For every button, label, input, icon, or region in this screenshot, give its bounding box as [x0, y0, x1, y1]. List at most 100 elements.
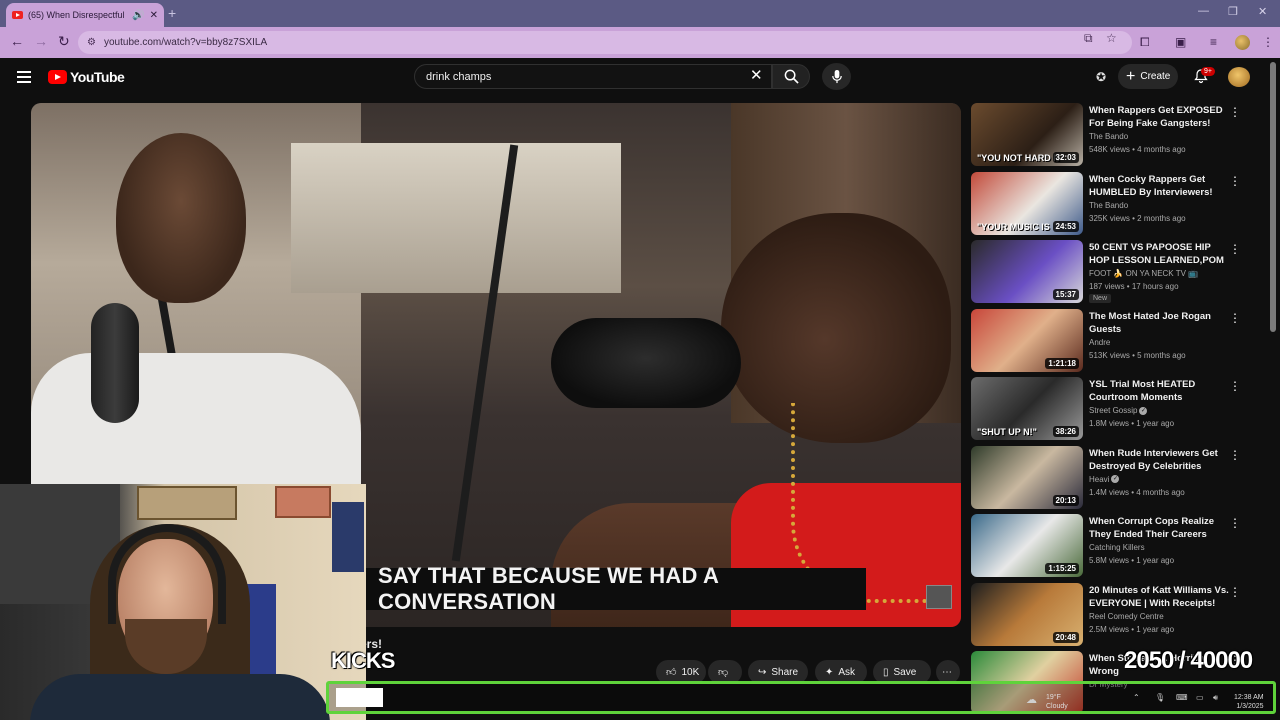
- recommendation-title[interactable]: 20 Minutes of Katt Williams Vs. EVERYONE…: [1089, 584, 1229, 610]
- recommendation-channel[interactable]: The Bando: [1089, 132, 1128, 141]
- weather-icon[interactable]: ☁: [1026, 693, 1037, 706]
- duration-badge: 38:26: [1052, 426, 1079, 437]
- speaker-icon[interactable]: 🔊: [132, 10, 144, 21]
- split-view-icon[interactable]: ▣: [1175, 35, 1186, 49]
- site-info-icon[interactable]: ⚙: [87, 37, 96, 48]
- page-scrollbar[interactable]: [1270, 62, 1276, 332]
- more-options-icon[interactable]: ⋮: [1229, 242, 1241, 256]
- recommendation-item[interactable]: 20:48 20 Minutes of Katt Williams Vs. EVE…: [971, 582, 1251, 647]
- recommendation-meta: 187 views • 17 hours ago: [1089, 282, 1179, 291]
- recommendation-meta: 325K views • 2 months ago: [1089, 213, 1186, 223]
- minimize-icon[interactable]: —: [1198, 5, 1209, 17]
- recommendation-title[interactable]: When Rude Interviewers Get Destroyed By …: [1089, 447, 1229, 473]
- back-arrow-icon[interactable]: ←: [10, 33, 24, 49]
- duration-badge: 15:37: [1052, 289, 1079, 300]
- search-query: drink champs: [426, 70, 492, 83]
- youtube-favicon-icon: [12, 11, 23, 19]
- recommendation-item[interactable]: 1:15:25 When Corrupt Cops Realize They En…: [971, 514, 1251, 578]
- reading-list-icon[interactable]: ≡: [1210, 35, 1217, 49]
- recommendation-channel[interactable]: Heavi ✓: [1089, 475, 1120, 484]
- recommendation-title[interactable]: 50 CENT VS PAPOOSE HIP HOP LESSON LEARNE…: [1089, 241, 1229, 267]
- create-label: Create: [1140, 71, 1171, 82]
- search-input[interactable]: drink champs: [414, 64, 772, 89]
- recommendation-item[interactable]: 15:37 50 CENT VS PAPOOSE HIP HOP LESSON L…: [971, 240, 1251, 304]
- search-button[interactable]: [772, 64, 810, 89]
- address-bar[interactable]: ⚙ youtube.com/watch?v=bby8z7SXILA: [78, 31, 1132, 54]
- more-options-icon[interactable]: ⋮: [1229, 311, 1241, 325]
- more-options-icon[interactable]: ⋮: [1229, 379, 1241, 393]
- recommendation-item[interactable]: 20:13 When Rude Interviewers Get Destroye…: [971, 445, 1251, 510]
- recommendation-item[interactable]: "YOUR MUSIC IS 24:53 When Cocky Rappers Ge…: [971, 171, 1251, 236]
- thumbnail-overlay-text: "SHUT UP N!": [977, 427, 1037, 437]
- reload-icon[interactable]: ↻: [58, 33, 70, 50]
- guest-microphone: [551, 318, 741, 408]
- account-avatar[interactable]: [1228, 67, 1250, 87]
- recommendation-thumbnail[interactable]: "YOU NOT HARD N 32:03: [971, 103, 1083, 166]
- install-app-icon[interactable]: ⧉: [1084, 31, 1093, 46]
- youtube-play-icon: [48, 70, 67, 84]
- duration-badge: 24:53: [1052, 220, 1079, 232]
- taskbar-clock[interactable]: 12:38 AM 1/3/2025: [1234, 693, 1264, 711]
- recommendation-item[interactable]: "YOU NOT HARD N 32:03 When Rappers Get EXP…: [971, 103, 1251, 167]
- more-options-icon[interactable]: ⋮: [1229, 174, 1241, 188]
- channel-watermark: [926, 585, 952, 609]
- recommendation-item[interactable]: 1:21:18 The Most Hated Joe Rogan Guests An…: [971, 308, 1251, 373]
- new-tab-button[interactable]: +: [168, 5, 176, 21]
- tray-volume-icon[interactable]: 🔊︎: [1213, 693, 1218, 703]
- recommendation-thumbnail[interactable]: 20:13: [971, 445, 1083, 509]
- logo-text: YouTube: [70, 69, 125, 85]
- tray-keyboard-icon[interactable]: ⌨: [1176, 693, 1188, 702]
- voice-search-button[interactable]: [822, 63, 851, 90]
- browser-menu-icon[interactable]: ⋮: [1262, 35, 1274, 49]
- window-close-icon[interactable]: ✕: [1258, 5, 1267, 18]
- create-button[interactable]: + Create: [1118, 64, 1178, 89]
- menu-icon[interactable]: [17, 71, 31, 83]
- recommendation-channel[interactable]: Reel Comedy Centre: [1089, 612, 1164, 621]
- more-options-icon[interactable]: ⋮: [1229, 105, 1241, 119]
- browser-profile-avatar[interactable]: [1235, 35, 1250, 50]
- search-icon: [784, 69, 799, 84]
- bookmark-star-icon[interactable]: ☆: [1106, 31, 1117, 45]
- video-caption: SAY THAT BECAUSE WE HAD A CONVERSATION: [364, 563, 866, 614]
- recommendation-title[interactable]: When Cocky Rappers Get HUMBLED By Interv…: [1089, 173, 1229, 199]
- weather-widget[interactable]: 19°F Cloudy: [1046, 693, 1068, 711]
- recommendation-meta: 548K views • 4 months ago: [1089, 145, 1186, 154]
- more-options-icon[interactable]: ⋮: [1229, 448, 1241, 462]
- recommendation-channel[interactable]: Catching Killers: [1089, 543, 1145, 552]
- recommendation-title[interactable]: YSL Trial Most HEATED Courtroom Moments: [1089, 378, 1229, 404]
- maximize-icon[interactable]: ❐: [1228, 5, 1238, 18]
- recommendation-channel[interactable]: Andre: [1089, 338, 1110, 347]
- tray-display-icon[interactable]: ▭: [1196, 693, 1204, 702]
- clear-search-icon[interactable]: ✕: [750, 66, 763, 84]
- save-label: Save: [893, 666, 917, 678]
- extensions-icon[interactable]: ⧠: [1140, 35, 1150, 50]
- recommendation-item[interactable]: "SHUT UP N!" 38:26 YSL Trial Most HEATED C…: [971, 377, 1251, 441]
- more-options-icon[interactable]: ⋮: [1229, 585, 1241, 599]
- recommendation-title[interactable]: The Most Hated Joe Rogan Guests: [1089, 310, 1229, 336]
- recommendation-title[interactable]: When Rappers Get EXPOSED For Being Fake …: [1089, 104, 1229, 130]
- browser-tab[interactable]: (65) When Disrespectful Int 🔊 ✕: [6, 3, 164, 27]
- forward-arrow-icon[interactable]: →: [34, 33, 48, 49]
- recommendation-meta: 513K views • 5 months ago: [1089, 350, 1186, 360]
- youtube-logo[interactable]: YouTube: [48, 69, 125, 85]
- recommendation-thumbnail[interactable]: "YOUR MUSIC IS 24:53: [971, 171, 1083, 235]
- recommendation-channel[interactable]: The Bando: [1089, 201, 1128, 210]
- recommendation-channel[interactable]: FOOT 🍌 ON YA NECK TV 📺: [1089, 269, 1198, 278]
- weather-temp: 19°F: [1046, 694, 1061, 701]
- extension-icon[interactable]: ✪: [1096, 70, 1106, 84]
- tray-chevron-icon[interactable]: ⌃: [1133, 693, 1140, 702]
- recommendation-title[interactable]: When Corrupt Cops Realize They Ended The…: [1089, 515, 1229, 541]
- more-options-icon[interactable]: ⋮: [1229, 516, 1241, 530]
- recommendation-thumbnail[interactable]: 20:48: [971, 582, 1083, 646]
- recommendation-channel[interactable]: Street Gossip ✓: [1089, 406, 1148, 415]
- recommendation-thumbnail[interactable]: 15:37: [971, 240, 1083, 303]
- microphone-icon: [831, 69, 842, 84]
- plus-icon: +: [1126, 67, 1136, 85]
- tab-close-icon[interactable]: ✕: [150, 10, 158, 21]
- recommendation-thumbnail[interactable]: 1:21:18: [971, 308, 1083, 372]
- tray-mic-icon[interactable]: 🎙︎: [1155, 693, 1165, 702]
- recommendation-thumbnail[interactable]: 1:15:25: [971, 514, 1083, 577]
- url-text: youtube.com/watch?v=bby8z7SXILA: [104, 37, 268, 48]
- recommendation-thumbnail[interactable]: "SHUT UP N!" 38:26: [971, 377, 1083, 440]
- webcam-frame: [137, 486, 237, 520]
